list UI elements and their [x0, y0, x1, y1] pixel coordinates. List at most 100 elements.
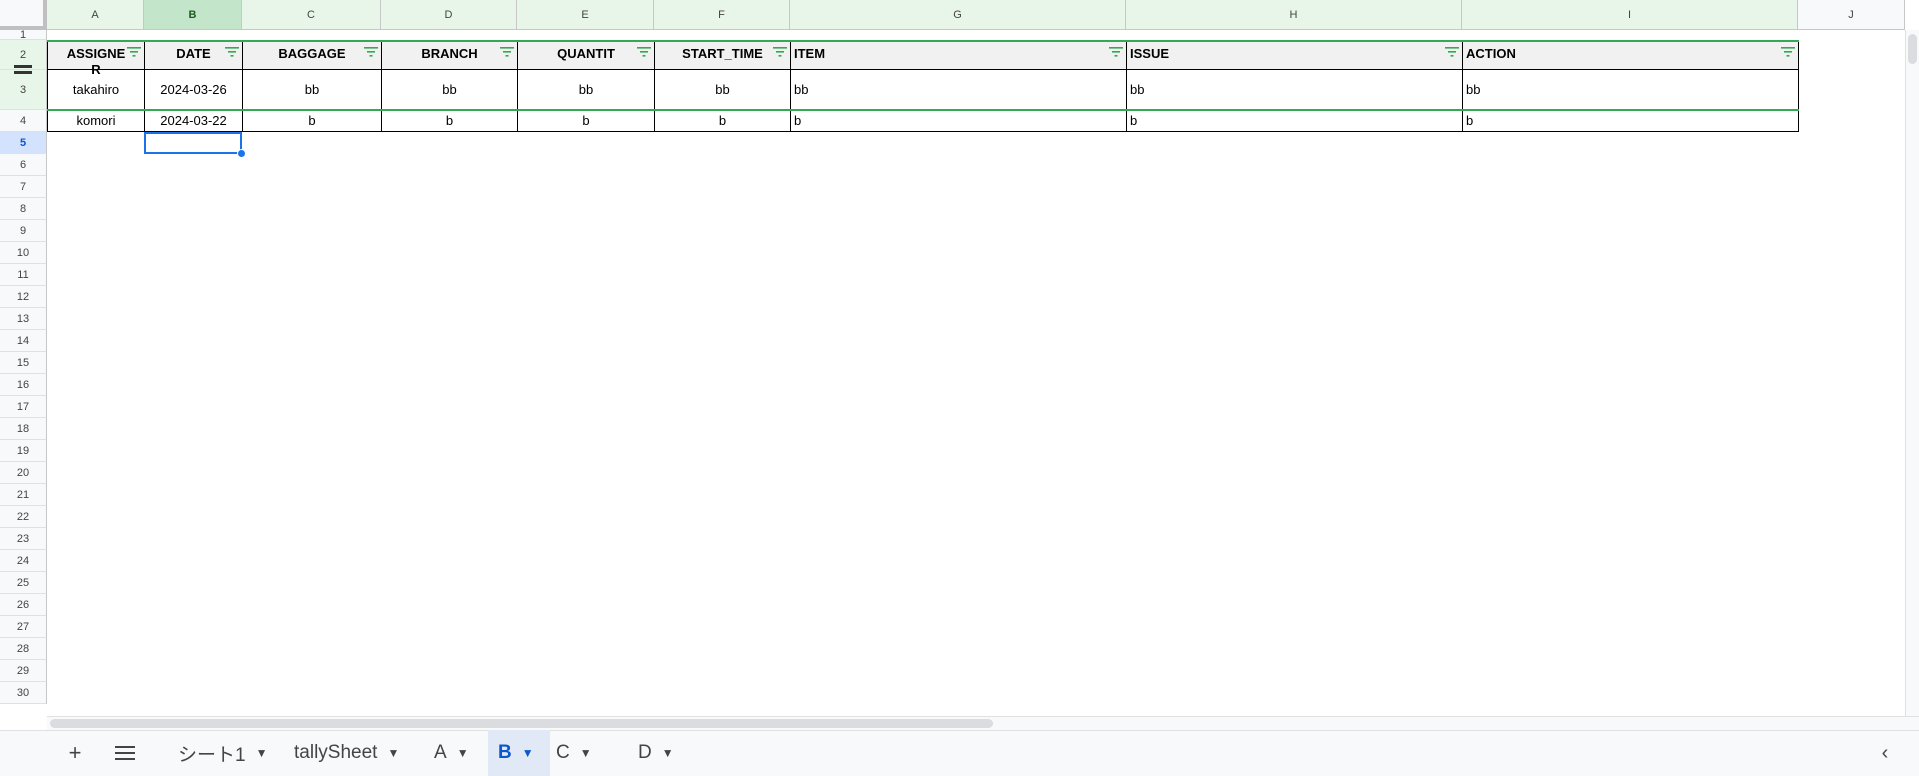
row-header-21[interactable]: 21	[0, 484, 47, 506]
filter-icon[interactable]	[1445, 46, 1459, 58]
table-cell[interactable]: 2024-03-22	[144, 110, 243, 132]
table-cell[interactable]: bb	[517, 70, 655, 110]
header-label: START_TIME	[682, 46, 763, 61]
row-header-30[interactable]: 30	[0, 682, 47, 704]
row-header-12[interactable]: 12	[0, 286, 47, 308]
table-cell[interactable]: b	[242, 110, 382, 132]
row-header-29[interactable]: 29	[0, 660, 47, 682]
table-cell[interactable]: b	[654, 110, 791, 132]
column-header-e[interactable]: E	[517, 0, 654, 30]
row-header-16[interactable]: 16	[0, 374, 47, 396]
fill-handle[interactable]	[237, 149, 246, 158]
row-header-27[interactable]: 27	[0, 616, 47, 638]
table-cell[interactable]: bb	[381, 70, 518, 110]
caret-down-icon[interactable]: ▼	[457, 746, 469, 760]
row-header-26[interactable]: 26	[0, 594, 47, 616]
row-header-4[interactable]: 4	[0, 110, 47, 132]
row-header-11[interactable]: 11	[0, 264, 47, 286]
header-label: BRANCH	[421, 46, 478, 61]
row-header-25[interactable]: 25	[0, 572, 47, 594]
spreadsheet-grid[interactable]: A B C D E F G H I J 1 2 3 4 5 6 7 8 9 10 11 12 13 14 15 16 17 18 19 2…	[0, 0, 1919, 716]
sheet-tab-d[interactable]: D ▼	[628, 730, 700, 776]
filter-icon[interactable]	[225, 46, 239, 58]
filter-icon[interactable]	[1109, 46, 1123, 58]
chevron-left-icon[interactable]: ‹	[1870, 730, 1900, 776]
table-cell[interactable]: bb	[790, 70, 1127, 110]
row-header-3[interactable]: 3	[0, 70, 47, 110]
table-cell[interactable]: takahiro	[47, 70, 145, 110]
filter-icon[interactable]	[637, 46, 651, 58]
row-header-18[interactable]: 18	[0, 418, 47, 440]
row-header-15[interactable]: 15	[0, 352, 47, 374]
row-header-7[interactable]: 7	[0, 176, 47, 198]
filter-icon[interactable]	[500, 46, 514, 58]
header-cell-issue[interactable]: ISSUE	[1126, 40, 1463, 70]
column-header-d[interactable]: D	[381, 0, 517, 30]
row-header-23[interactable]: 23	[0, 528, 47, 550]
row-header-22[interactable]: 22	[0, 506, 47, 528]
caret-down-icon[interactable]: ▼	[387, 746, 399, 760]
column-header-a[interactable]: A	[47, 0, 144, 30]
column-header-b[interactable]: B	[144, 0, 242, 30]
filter-icon[interactable]	[364, 46, 378, 58]
row-header-17[interactable]: 17	[0, 396, 47, 418]
column-header-c[interactable]: C	[242, 0, 381, 30]
column-header-i[interactable]: I	[1462, 0, 1798, 30]
caret-down-icon[interactable]: ▼	[662, 746, 674, 760]
header-cell-baggage[interactable]: BAGGAGE	[242, 40, 382, 70]
plus-icon[interactable]: +	[58, 730, 92, 776]
header-cell-quantit[interactable]: QUANTIT	[517, 40, 655, 70]
table-cell[interactable]: bb	[1462, 70, 1799, 110]
select-all-corner[interactable]	[0, 0, 47, 30]
header-cell-item[interactable]: ITEM	[790, 40, 1127, 70]
sheet-tab-a[interactable]: A ▼	[424, 730, 484, 776]
horizontal-scroll-thumb[interactable]	[50, 719, 993, 728]
row-header-13[interactable]: 13	[0, 308, 47, 330]
row-header-28[interactable]: 28	[0, 638, 47, 660]
row-header-10[interactable]: 10	[0, 242, 47, 264]
table-cell[interactable]: b	[790, 110, 1127, 132]
header-cell-branch[interactable]: BRANCH	[381, 40, 518, 70]
freeze-handle-icon[interactable]	[14, 62, 32, 74]
table-cell[interactable]: 2024-03-26	[144, 70, 243, 110]
filter-icon[interactable]	[773, 46, 787, 58]
table-cell[interactable]: bb	[242, 70, 382, 110]
header-cell-start-time[interactable]: START_TIME	[654, 40, 791, 70]
selected-cell-outline[interactable]	[144, 132, 242, 154]
table-cell[interactable]: b	[517, 110, 655, 132]
filter-icon[interactable]	[1781, 46, 1795, 58]
vertical-scrollbar[interactable]	[1905, 30, 1919, 716]
column-header-j[interactable]: J	[1798, 0, 1905, 30]
header-cell-action[interactable]: ACTION	[1462, 40, 1799, 70]
table-cell[interactable]: b	[381, 110, 518, 132]
header-cell-date[interactable]: DATE	[144, 40, 243, 70]
table-cell[interactable]: bb	[1126, 70, 1463, 110]
menu-icon[interactable]	[108, 730, 142, 776]
sheet-tab-b[interactable]: B ▼	[488, 730, 550, 776]
sheet-tab-tallysheet[interactable]: tallySheet ▼	[284, 730, 414, 776]
column-header-f[interactable]: F	[654, 0, 790, 30]
caret-down-icon[interactable]: ▼	[580, 746, 592, 760]
table-cell[interactable]: b	[1126, 110, 1463, 132]
caret-down-icon[interactable]: ▼	[522, 746, 534, 760]
table-cell[interactable]: b	[1462, 110, 1799, 132]
row-header-6[interactable]: 6	[0, 154, 47, 176]
row-header-5[interactable]: 5	[0, 132, 47, 154]
table-cell[interactable]: bb	[654, 70, 791, 110]
row-header-1[interactable]: 1	[0, 29, 47, 41]
sheet-tab-sheet1[interactable]: シート1 ▼	[168, 730, 280, 776]
sheet-tab-c[interactable]: C ▼	[546, 730, 618, 776]
column-header-h[interactable]: H	[1126, 0, 1462, 30]
caret-down-icon[interactable]: ▼	[256, 746, 268, 760]
row-header-9[interactable]: 9	[0, 220, 47, 242]
row-header-8[interactable]: 8	[0, 198, 47, 220]
row-header-24[interactable]: 24	[0, 550, 47, 572]
vertical-scroll-thumb[interactable]	[1908, 34, 1917, 64]
row-header-19[interactable]: 19	[0, 440, 47, 462]
column-header-g[interactable]: G	[790, 0, 1126, 30]
table-cell[interactable]: komori	[47, 110, 145, 132]
header-cell-assigner[interactable]: ASSIGNER	[47, 40, 145, 77]
row-header-20[interactable]: 20	[0, 462, 47, 484]
filter-icon[interactable]	[127, 46, 141, 58]
row-header-14[interactable]: 14	[0, 330, 47, 352]
